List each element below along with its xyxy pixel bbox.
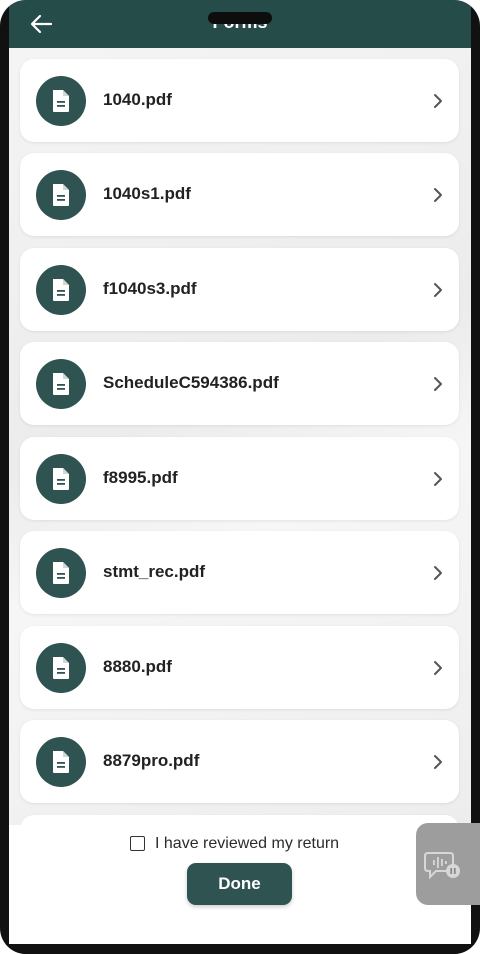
- form-item-8880[interactable]: 8880.pdf: [20, 626, 459, 709]
- form-item-1040s1[interactable]: 1040s1.pdf: [20, 153, 459, 236]
- form-item-f1040s3[interactable]: f1040s3.pdf: [20, 248, 459, 331]
- forms-list[interactable]: 1040.pdf 1040s1.pdf f1040s3.pdf Schedule…: [9, 48, 471, 825]
- chevron-right-icon: [434, 94, 442, 108]
- file-name: stmt_rec.pdf: [103, 562, 206, 581]
- file-name: 1040s1.pdf: [103, 184, 191, 203]
- chevron-right-icon: [434, 472, 442, 486]
- file-name: ScheduleC594386.pdf: [103, 373, 279, 392]
- review-checkbox[interactable]: [130, 836, 145, 851]
- document-icon: [36, 76, 86, 126]
- review-checkbox-label: I have reviewed my return: [155, 835, 340, 852]
- form-item-schedulec[interactable]: ScheduleC594386.pdf: [20, 342, 459, 425]
- document-icon: [36, 265, 86, 315]
- chevron-right-icon: [434, 566, 442, 580]
- device-bottom-bezel: [0, 944, 480, 954]
- document-icon: [36, 359, 86, 409]
- document-icon: [36, 643, 86, 693]
- footer-bar: I have reviewed my return Done: [9, 825, 471, 944]
- file-name: 8879pro.pdf: [103, 751, 200, 770]
- chevron-right-icon: [434, 283, 442, 297]
- form-item-1040[interactable]: 1040.pdf: [20, 59, 459, 142]
- chevron-right-icon: [434, 755, 442, 769]
- file-name: f1040s3.pdf: [103, 279, 197, 298]
- document-icon: [36, 454, 86, 504]
- chat-voice-icon: [424, 852, 460, 880]
- chevron-right-icon: [434, 377, 442, 391]
- document-icon: [36, 737, 86, 787]
- file-name: 1040.pdf: [103, 90, 172, 109]
- file-name: f8995.pdf: [103, 468, 178, 487]
- document-icon: [36, 170, 86, 220]
- document-icon: [36, 548, 86, 598]
- file-name: 8880.pdf: [103, 657, 172, 676]
- camera-notch: [208, 12, 272, 24]
- form-item-f8995[interactable]: f8995.pdf: [20, 437, 459, 520]
- chat-assistant-button[interactable]: [416, 823, 480, 905]
- form-item-stmt-rec[interactable]: stmt_rec.pdf: [20, 531, 459, 614]
- chevron-right-icon: [434, 188, 442, 202]
- done-button[interactable]: Done: [187, 863, 292, 905]
- chevron-right-icon: [434, 661, 442, 675]
- form-item-8879pro[interactable]: 8879pro.pdf: [20, 720, 459, 803]
- screen: Forms 1040.pdf 1040s1.pdf: [9, 0, 471, 944]
- app-header: Forms: [9, 0, 471, 48]
- form-item-partial[interactable]: [20, 815, 459, 825]
- device-frame: Forms 1040.pdf 1040s1.pdf: [0, 0, 480, 954]
